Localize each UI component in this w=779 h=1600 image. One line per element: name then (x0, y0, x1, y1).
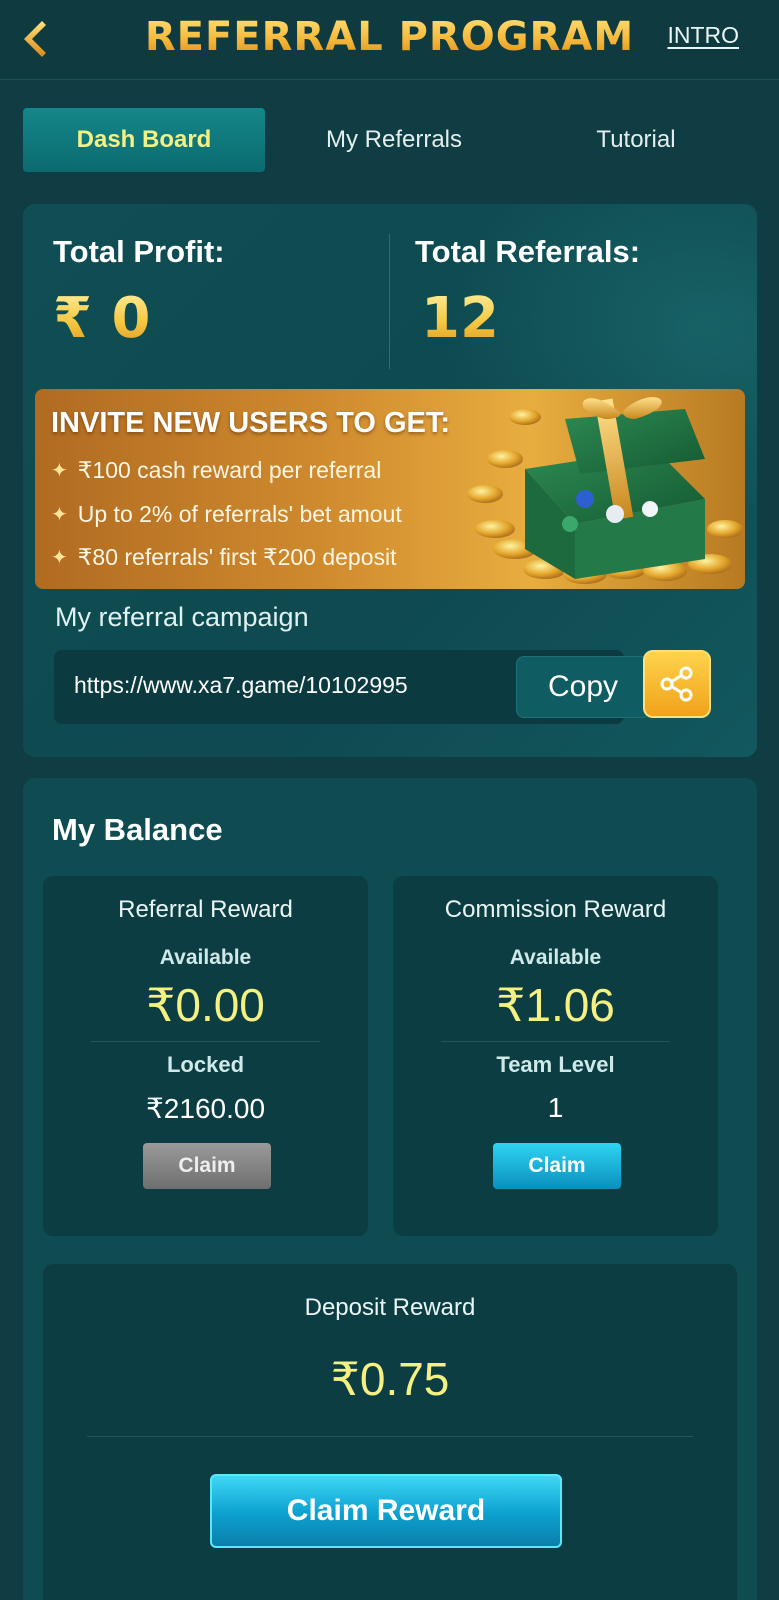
top-bar: REFERRAL PROGRAM INTRO (0, 0, 779, 80)
total-profit-value: ₹ 0 (53, 286, 151, 351)
divider (441, 1041, 670, 1042)
deposit-reward-title: Deposit Reward (304, 1294, 476, 1321)
tab-my-referrals[interactable]: My Referrals (273, 108, 515, 172)
commission-reward-box: Commission Reward Available ₹1.06 Team L… (393, 876, 718, 1236)
commission-reward-title: Commission Reward (444, 896, 667, 923)
commission-claim-button[interactable]: Claim (493, 1143, 621, 1189)
invite-item-text: ₹100 cash reward per referral (77, 457, 382, 483)
referral-locked-amount: ₹2160.00 (145, 1093, 266, 1124)
commission-available-label: Available (509, 946, 602, 969)
team-level-label: Team Level (496, 1052, 615, 1077)
commission-available-amount: ₹1.06 (496, 979, 615, 1031)
invite-banner: INVITE NEW USERS TO GET: ✦ ₹100 cash rew… (35, 389, 745, 589)
balance-title: My Balance (52, 812, 223, 847)
sparkle-icon: ✦ (51, 460, 68, 482)
invite-item-text: Up to 2% of referrals' bet amout (77, 501, 402, 527)
invite-item: ✦ ₹80 referrals' first ₹200 deposit (51, 544, 397, 571)
share-icon (660, 666, 693, 702)
invite-item: ✦ ₹100 cash reward per referral (51, 457, 381, 484)
balance-card: My Balance Referral Reward Available ₹0.… (23, 778, 757, 1600)
stats-divider (389, 234, 390, 369)
copy-button[interactable]: Copy (516, 656, 650, 718)
tab-bar: Dash Board My Referrals Tutorial (23, 108, 757, 172)
deposit-reward-amount: ₹0.75 (330, 1353, 450, 1405)
sparkle-icon: ✦ (51, 504, 68, 526)
stats-card: Total Profit: ₹ 0 Total Referrals: 12 IN… (23, 204, 757, 757)
intro-link[interactable]: INTRO (667, 22, 739, 49)
share-button[interactable] (643, 650, 711, 718)
gift-box-icon (467, 397, 743, 584)
referral-reward-title: Referral Reward (118, 896, 293, 923)
referral-link-text[interactable]: https://www.xa7.game/10102995 (74, 672, 408, 699)
divider (87, 1436, 693, 1437)
tab-dashboard[interactable]: Dash Board (23, 108, 265, 172)
page-title: REFERRAL PROGRAM (0, 14, 779, 60)
referral-available-amount: ₹0.00 (146, 979, 265, 1031)
total-referrals-label: Total Referrals: (415, 234, 641, 269)
referral-reward-box: Referral Reward Available ₹0.00 Locked ₹… (43, 876, 368, 1236)
team-level-value: 1 (547, 1092, 564, 1123)
deposit-reward-box: Deposit Reward ₹0.75 Claim Reward (43, 1264, 737, 1600)
referral-link-field: https://www.xa7.game/10102995 Copy (54, 650, 650, 724)
sparkle-icon: ✦ (51, 547, 68, 569)
invite-item-text: ₹80 referrals' first ₹200 deposit (77, 544, 397, 570)
claim-reward-button[interactable]: Claim Reward (210, 1474, 562, 1548)
total-profit-label: Total Profit: (53, 234, 225, 269)
tab-tutorial[interactable]: Tutorial (515, 108, 757, 172)
campaign-label: My referral campaign (55, 602, 309, 632)
total-referrals-value: 12 (421, 286, 499, 351)
referral-locked-label: Locked (166, 1052, 245, 1077)
referral-available-label: Available (159, 946, 252, 969)
referral-claim-button[interactable]: Claim (143, 1143, 271, 1189)
invite-title: INVITE NEW USERS TO GET: (51, 407, 451, 439)
invite-item: ✦ Up to 2% of referrals' bet amout (51, 501, 402, 528)
divider (91, 1041, 320, 1042)
